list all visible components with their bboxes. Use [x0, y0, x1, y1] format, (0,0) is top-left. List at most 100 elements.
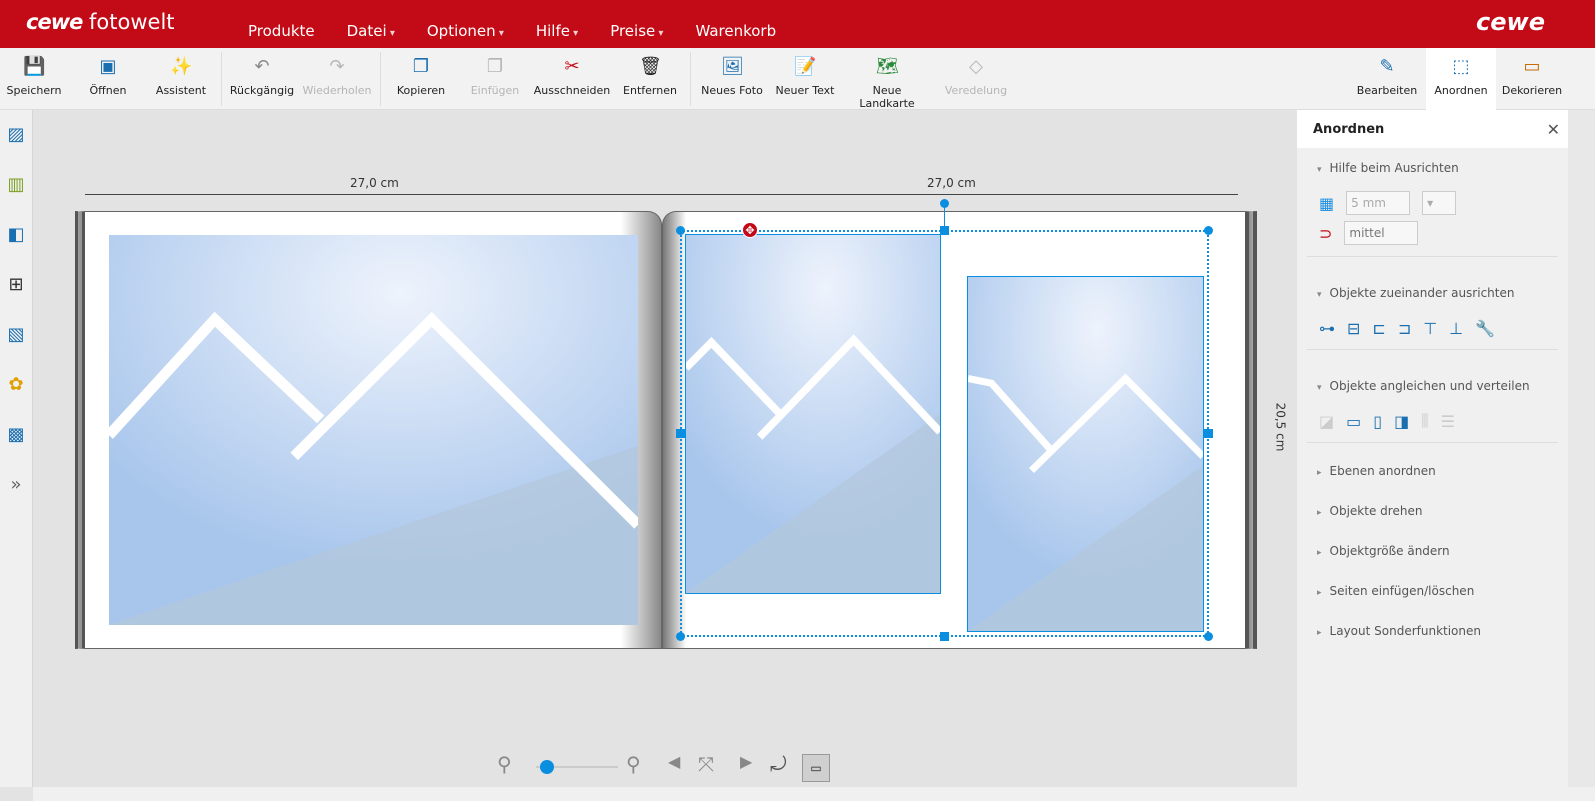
new-photo-button[interactable]: 🖼 Neues Foto — [700, 48, 764, 110]
section-layout-special[interactable]: Layout Sonderfunktionen — [1297, 611, 1568, 651]
align-left-icon[interactable]: ⊏ — [1372, 319, 1385, 338]
zoom-in-icon[interactable]: ⚲ — [626, 752, 641, 776]
grid-size-input[interactable]: 5 mm — [1346, 191, 1411, 215]
mode-edit-button[interactable]: ✎ Bearbeiten — [1355, 48, 1419, 110]
resize-handle[interactable] — [676, 632, 685, 641]
resize-handle[interactable] — [1204, 226, 1213, 235]
label: Speichern — [6, 84, 62, 97]
logo-text: fotowelt — [89, 10, 175, 34]
photos-icon[interactable]: ▨ — [0, 110, 32, 160]
menu-preise[interactable]: Preise — [610, 22, 663, 40]
snap-strength-select[interactable]: mittel — [1344, 221, 1419, 245]
section-pages[interactable]: Seiten einfügen/löschen — [1297, 571, 1568, 611]
trash-icon: 🗑 — [639, 56, 662, 77]
previous-page-icon[interactable]: ◀ — [668, 752, 680, 771]
label: Dekorieren — [1501, 84, 1563, 97]
section-alignment-help[interactable]: Hilfe beim Ausrichten — [1297, 148, 1568, 188]
menu-datei[interactable]: Datei — [347, 22, 395, 40]
section-layers[interactable]: Ebenen anordnen — [1297, 451, 1568, 491]
logo-brand: cewe — [26, 10, 83, 34]
save-icon: 💾 — [23, 56, 46, 77]
open-button[interactable]: ▣ Öffnen — [80, 48, 136, 110]
new-text-icon: 📝 — [794, 56, 817, 77]
divider — [1307, 349, 1558, 350]
align-bottom-icon[interactable]: ⊥ — [1449, 319, 1463, 338]
label: Neuer Text — [775, 84, 835, 97]
clipart-icon[interactable]: ✿ — [0, 360, 32, 410]
undo-button[interactable]: ↶ Rückgängig — [228, 48, 296, 110]
label: Veredelung — [944, 84, 1008, 97]
align-center-h-icon[interactable]: ⊶ — [1319, 319, 1335, 338]
distribute-v-icon[interactable]: ☰ — [1441, 412, 1455, 431]
label: Öffnen — [89, 84, 127, 97]
veredelung-button[interactable]: ◇ Veredelung — [940, 48, 1012, 110]
custom-align-icon[interactable]: 🔧 — [1475, 319, 1495, 338]
arrange-panel: Anordnen ✕ Hilfe beim Ausrichten ▦ 5 mm ▾ ⊃… — [1297, 110, 1568, 787]
distribute-h-icon[interactable]: ⫼ — [1421, 411, 1428, 431]
align-top-icon[interactable]: ⊤ — [1423, 319, 1437, 338]
pages-icon[interactable]: ◧ — [0, 210, 32, 260]
grid-row: ▦ 5 mm ▾ — [1297, 188, 1568, 218]
resize-handle[interactable] — [940, 632, 949, 641]
expand-icon[interactable]: » — [0, 460, 32, 510]
resize-handle[interactable] — [676, 226, 685, 235]
height-label: 20,5 cm — [1273, 402, 1288, 452]
rotate-handle[interactable] — [940, 199, 949, 208]
resize-handle[interactable] — [940, 226, 949, 235]
save-button[interactable]: 💾 Speichern — [4, 48, 64, 110]
selection-frame[interactable] — [680, 230, 1209, 637]
match-width-icon[interactable]: ▭ — [1346, 412, 1361, 431]
paste-button[interactable]: ❐ Einfügen — [466, 48, 524, 110]
resize-handle[interactable] — [1204, 632, 1213, 641]
menu-produkte[interactable]: Produkte — [248, 22, 315, 40]
resize-handle[interactable] — [1204, 429, 1213, 438]
mode-decorate-button[interactable]: ▭ Dekorieren — [1496, 48, 1568, 110]
templates-icon[interactable]: ⊞ — [0, 260, 32, 310]
mode-arrange-button[interactable]: ⬚ Anordnen — [1426, 48, 1496, 110]
move-icon[interactable]: ✥ — [742, 222, 758, 238]
divider — [690, 52, 691, 106]
width-left-label: 27,0 cm — [350, 176, 399, 190]
grid-color-select[interactable]: ▾ — [1422, 191, 1457, 215]
align-icons: ⊶ ⊟ ⊏ ⊐ ⊤ ⊥ 🔧 — [1297, 313, 1568, 343]
paste-icon: ❐ — [486, 56, 504, 77]
next-page-icon[interactable]: ▶ — [740, 752, 752, 771]
close-icon[interactable]: ✕ — [1547, 120, 1560, 139]
edit-icon: ✎ — [1379, 56, 1395, 77]
menu-hilfe[interactable]: Hilfe — [536, 22, 578, 40]
frame-icon: ▭ — [1523, 56, 1541, 77]
align-center-v-icon[interactable]: ⊟ — [1347, 319, 1360, 338]
new-text-button[interactable]: 📝 Neuer Text — [774, 48, 836, 110]
section-resize[interactable]: Objektgröße ändern — [1297, 531, 1568, 571]
menu-optionen[interactable]: Optionen — [427, 22, 504, 40]
section-match-distribute[interactable]: Objekte angleichen und verteilen — [1297, 366, 1568, 406]
redo-button[interactable]: ↷ Wiederholen — [300, 48, 374, 110]
vertical-scrollbar[interactable] — [1568, 110, 1595, 787]
copy-button[interactable]: ❐ Kopieren — [392, 48, 450, 110]
menu-warenkorb[interactable]: Warenkorb — [695, 22, 776, 40]
section-rotate[interactable]: Objekte drehen — [1297, 491, 1568, 531]
cut-button[interactable]: ✂ Ausschneiden — [532, 48, 612, 110]
zoom-slider-thumb[interactable] — [540, 760, 555, 774]
layouts-icon[interactable]: ▥ — [0, 160, 32, 210]
match-disabled-icon[interactable]: ◪ — [1319, 412, 1334, 431]
align-right-icon[interactable]: ⊐ — [1398, 319, 1411, 338]
match-height-icon[interactable]: ▯ — [1373, 412, 1382, 431]
delete-button[interactable]: 🗑 Entfernen — [620, 48, 680, 110]
backgrounds-icon[interactable]: ▧ — [0, 310, 32, 360]
new-map-button[interactable]: 🗺 Neue Landkarte — [844, 48, 930, 110]
ruler-toggle-icon[interactable]: ▭ — [802, 754, 830, 782]
zoom-out-icon[interactable]: ⚲ — [497, 752, 512, 776]
photo-placeholder-left[interactable] — [109, 235, 638, 625]
assistant-button[interactable]: ✨ Assistent — [152, 48, 210, 110]
fit-screen-icon[interactable]: ⤧ — [698, 752, 714, 776]
match-size-icon[interactable]: ◨ — [1394, 412, 1409, 431]
left-sidebar: ▨ ▥ ◧ ⊞ ▧ ✿ ▩ » — [0, 110, 33, 787]
diamond-icon: ◇ — [969, 56, 983, 77]
swap-pages-icon[interactable]: ⤾ — [770, 752, 787, 776]
logo: cewe fotowelt — [26, 10, 175, 34]
section-align-objects[interactable]: Objekte zueinander ausrichten — [1297, 273, 1568, 313]
horizontal-scrollbar[interactable] — [33, 787, 1595, 801]
resize-handle[interactable] — [676, 429, 685, 438]
frames-icon[interactable]: ▩ — [0, 410, 32, 460]
